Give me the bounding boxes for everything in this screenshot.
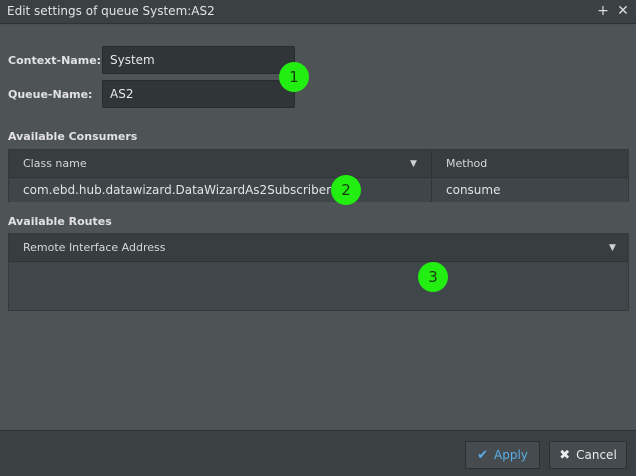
- dialog-title: Edit settings of queue System:AS2: [7, 4, 215, 18]
- context-name-label: Context-Name:: [8, 54, 102, 67]
- cancel-button[interactable]: ✖ Cancel: [549, 441, 627, 469]
- dialog-body: Context-Name: Queue-Name: 1 Available Co…: [0, 25, 636, 430]
- sort-dropdown-icon[interactable]: ▼: [410, 159, 417, 169]
- column-header-remote-interface-address[interactable]: Remote Interface Address: [23, 234, 166, 262]
- column-header-class-name[interactable]: Class name: [23, 150, 87, 178]
- queue-name-input[interactable]: [102, 80, 295, 108]
- consumers-table: Class name ▼ Method com.ebd.hub.datawiza…: [8, 149, 629, 202]
- consumers-section-title: Available Consumers: [8, 130, 138, 143]
- consumer-method-cell: consume: [446, 183, 501, 197]
- apply-button-label: Apply: [494, 448, 528, 462]
- apply-button[interactable]: ✔ Apply: [465, 441, 540, 469]
- checkmark-icon: ✔: [477, 447, 488, 463]
- column-header-method[interactable]: Method: [446, 150, 487, 178]
- annotation-badge-1: 1: [279, 62, 309, 92]
- consumer-class-name-cell: com.ebd.hub.datawizard.DataWizardAs2Subs…: [23, 183, 332, 197]
- consumers-table-header: Class name ▼ Method: [9, 150, 628, 178]
- close-icon[interactable]: ✕: [615, 2, 631, 20]
- queue-name-label: Queue-Name:: [8, 88, 93, 101]
- annotation-badge-2: 2: [331, 175, 361, 205]
- routes-table-header: Remote Interface Address ▼: [9, 234, 628, 262]
- routes-table: Remote Interface Address ▼: [8, 233, 629, 311]
- routes-section-title: Available Routes: [8, 215, 112, 228]
- routes-table-empty-area: [9, 262, 628, 310]
- maximize-icon[interactable]: +: [595, 2, 611, 20]
- cancel-button-label: Cancel: [576, 448, 617, 462]
- annotation-badge-3: 3: [418, 262, 448, 292]
- x-icon: ✖: [559, 447, 571, 463]
- dialog-footer: ✔ Apply ✖ Cancel: [0, 430, 636, 476]
- table-row[interactable]: com.ebd.hub.datawizard.DataWizardAs2Subs…: [9, 178, 628, 202]
- dialog-titlebar: Edit settings of queue System:AS2 + ✕: [0, 0, 636, 24]
- column-divider: [431, 178, 432, 202]
- sort-dropdown-icon[interactable]: ▼: [609, 243, 616, 253]
- context-name-input[interactable]: [102, 46, 295, 74]
- column-divider: [431, 150, 432, 177]
